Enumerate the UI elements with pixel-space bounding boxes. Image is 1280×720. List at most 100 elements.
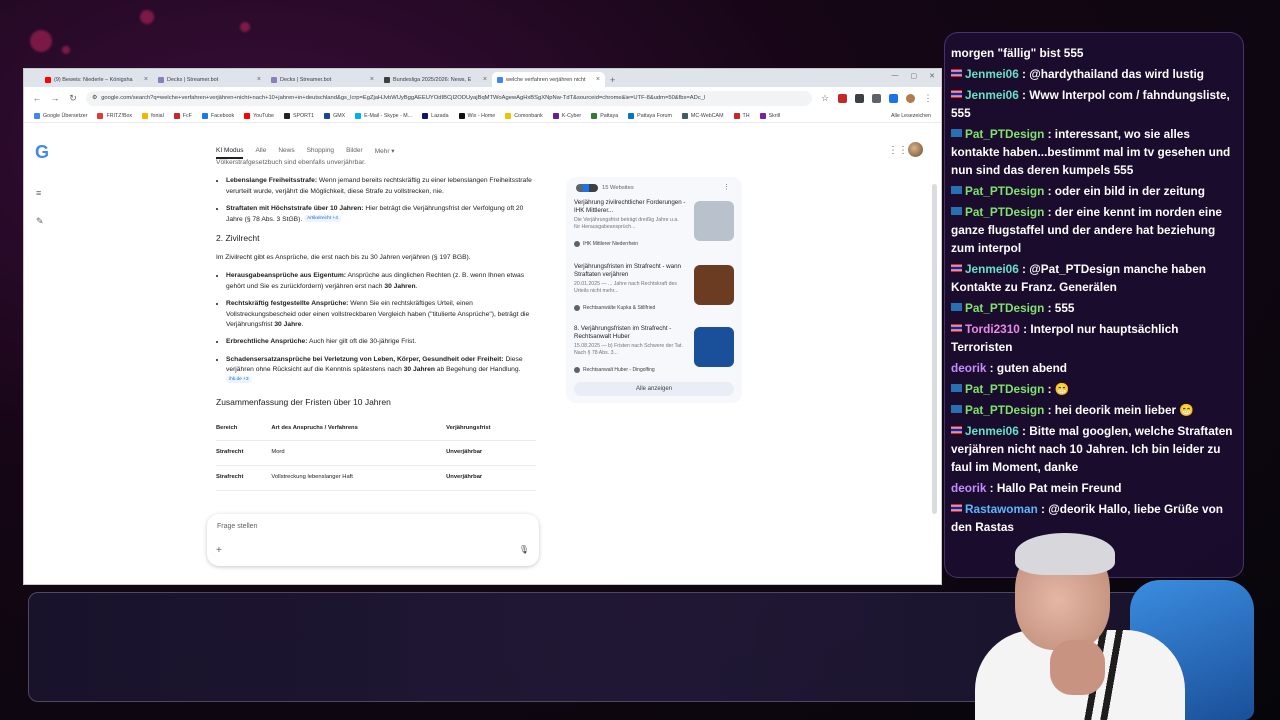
bookmark-item[interactable]: Pattaya Forum — [628, 112, 672, 119]
chat-message: Pat_PTDesign : interessant, wo sie alles… — [945, 125, 1243, 179]
browser-tab[interactable]: Decks | Streamer.bot × — [153, 72, 266, 87]
bookmark-item[interactable]: Skrill — [759, 112, 780, 119]
new-tab-button[interactable]: + — [605, 72, 620, 87]
bookmark-item[interactable]: Lazada — [422, 112, 449, 119]
ask-placeholder: Frage stellen — [217, 523, 258, 530]
source-card[interactable]: Verjährung zivilrechtlicher Forderungen … — [574, 199, 736, 255]
bookmark-favicon-icon — [552, 112, 559, 119]
site-favicon-icon — [574, 305, 580, 311]
extension-icon[interactable] — [838, 93, 847, 103]
extension-icon[interactable] — [855, 93, 864, 103]
forward-arrow-icon[interactable]: → — [50, 93, 60, 103]
google-apps-icon[interactable]: ⋮⋮ — [888, 145, 908, 156]
source-chip[interactable]: ihk.de +3 — [226, 375, 252, 384]
reload-icon[interactable]: ↻ — [68, 93, 78, 104]
bookmarks-bar: Google Übersetzer FRITZ!Box fonial FcF Faceb… — [24, 109, 941, 123]
chat-text: morgen "fällig" bist 555 — [951, 46, 1084, 60]
close-tab-icon[interactable]: × — [370, 76, 374, 83]
minimize-icon[interactable]: — — [892, 72, 899, 80]
bookmark-item[interactable]: Comonbank — [505, 112, 543, 119]
bookmark-label: YouTube — [253, 112, 274, 119]
add-attachment-icon[interactable]: + — [216, 545, 222, 556]
bookmark-favicon-icon — [142, 112, 149, 119]
sources-count: 15 Websites — [602, 185, 634, 191]
source-card[interactable]: 8. Verjährungsfristen im Strafrecht - Re… — [574, 325, 736, 381]
bookmark-item[interactable]: K-Cyber — [552, 112, 582, 119]
badge-icon — [951, 303, 962, 311]
maximize-icon[interactable]: ▢ — [911, 72, 918, 80]
google-logo[interactable]: G — [35, 142, 49, 163]
chat-message: morgen "fällig" bist 555 — [945, 44, 1243, 62]
chat-message: Pat_PTDesign : oder ein bild in der zeit… — [945, 182, 1243, 200]
bookmark-star-icon[interactable]: ☆ — [820, 93, 830, 104]
new-chat-icon[interactable]: ✎ — [36, 216, 44, 227]
more-options-icon[interactable]: ⋮ — [723, 183, 730, 191]
site-info-icon[interactable]: ⚙ — [92, 95, 97, 101]
extension-icon[interactable] — [872, 93, 881, 103]
list-item-term: Rechtskräftig festgestellte Ansprüche: — [226, 300, 349, 308]
source-chip[interactable]: Artikelrecht +4 — [304, 215, 341, 223]
bookmark-item[interactable]: Wix - Home — [458, 112, 495, 119]
bookmark-label: K-Cyber — [561, 112, 582, 119]
tab-favicon-icon — [271, 76, 277, 83]
bookmark-favicon-icon — [591, 112, 598, 119]
bookmark-item[interactable]: GMX — [324, 112, 346, 119]
source-site-name: IHK Mittlerer Niederrhein — [583, 241, 639, 247]
chat-message: Pat_PTDesign : 😁 — [945, 380, 1243, 398]
profile-icon[interactable] — [906, 93, 915, 103]
microphone-icon[interactable]: 🎙 — [519, 545, 529, 554]
bookmark-favicon-icon — [355, 112, 362, 119]
table-header: Bereich — [216, 418, 272, 441]
browser-tab[interactable]: Bundesliga 2025/2026: News, E × — [379, 72, 492, 87]
table-cell: Vollstreckung lebenslanger Haft — [271, 465, 447, 491]
table-cell: Strafrecht — [216, 440, 272, 466]
close-tab-icon[interactable]: × — [144, 76, 148, 83]
bookmark-item[interactable]: TH — [733, 112, 750, 119]
account-avatar[interactable] — [908, 142, 923, 157]
close-window-icon[interactable]: ✕ — [929, 72, 935, 80]
bookmark-item[interactable]: FRITZ!Box — [97, 112, 132, 119]
bookmark-label: Pattaya — [600, 112, 619, 119]
chat-message: Pat_PTDesign : 555 — [945, 299, 1243, 317]
summary-heading: Zusammenfassung der Fristen über 10 Jahr… — [216, 396, 391, 407]
source-card[interactable]: Verjährungsfristen im Strafrecht - wann … — [574, 263, 736, 319]
chat-username: Pat_PTDesign — [965, 127, 1045, 141]
all-bookmarks-button[interactable]: Alle Lesezeichen — [891, 113, 931, 119]
source-thumbnail — [694, 265, 734, 305]
bookmark-favicon-icon — [458, 112, 465, 119]
badge-icon — [951, 186, 962, 194]
extension-icon[interactable] — [889, 93, 898, 103]
chat-username: Jenmei06 — [965, 424, 1019, 438]
close-tab-icon[interactable]: × — [257, 76, 261, 83]
back-arrow-icon[interactable]: ← — [32, 93, 42, 103]
scrollbar-thumb[interactable] — [932, 184, 937, 514]
bookmark-item[interactable]: Google Übersetzer — [34, 112, 87, 119]
history-list-icon[interactable]: ≡ — [36, 188, 41, 198]
browser-tab-active[interactable]: welche verfahren verjähren nicht × — [492, 72, 605, 87]
chat-text: : hei deorik mein lieber 😁 — [1044, 403, 1195, 417]
source-thumbnail — [694, 327, 734, 367]
address-bar[interactable]: ⚙ google.com/search?q=welche+verfahren+v… — [86, 90, 812, 106]
list-item: Schadensersatzansprüche bei Verletzung v… — [226, 355, 536, 386]
browser-tab[interactable]: Decks | Streamer.bot × — [266, 72, 379, 87]
bookmark-item[interactable]: E-Mail - Skype - M... — [355, 112, 412, 119]
show-all-button[interactable]: Alle anzeigen — [574, 382, 734, 396]
bookmark-item[interactable]: Facebook — [201, 112, 234, 119]
bookmark-favicon-icon — [324, 112, 331, 119]
menu-kebab-icon[interactable]: ⋮ — [923, 93, 933, 104]
close-tab-icon[interactable]: × — [483, 76, 487, 83]
bookmark-label: Lazada — [431, 112, 449, 119]
bookmark-item[interactable]: Pattaya — [591, 112, 619, 119]
bookmark-item[interactable]: MC-WebCAM — [681, 112, 724, 119]
browser-tab[interactable]: (9) Beweis: Niederle – Königsha × — [40, 72, 153, 87]
bookmark-item[interactable]: YouTube — [244, 112, 274, 119]
source-snippet: Die Verjährungsfrist beträgt dreißig Jah… — [574, 217, 679, 231]
ask-input-box[interactable]: Frage stellen + 🎙 — [207, 514, 539, 566]
bookmark-item[interactable]: FcF — [173, 112, 192, 119]
bookmark-label: GMX — [333, 112, 346, 119]
bookmark-favicon-icon — [34, 112, 40, 119]
bookmark-item[interactable]: fonial — [142, 112, 164, 119]
bookmark-item[interactable]: SPORT1 — [283, 112, 314, 119]
badge-icon — [951, 405, 962, 413]
close-tab-icon[interactable]: × — [596, 76, 600, 83]
